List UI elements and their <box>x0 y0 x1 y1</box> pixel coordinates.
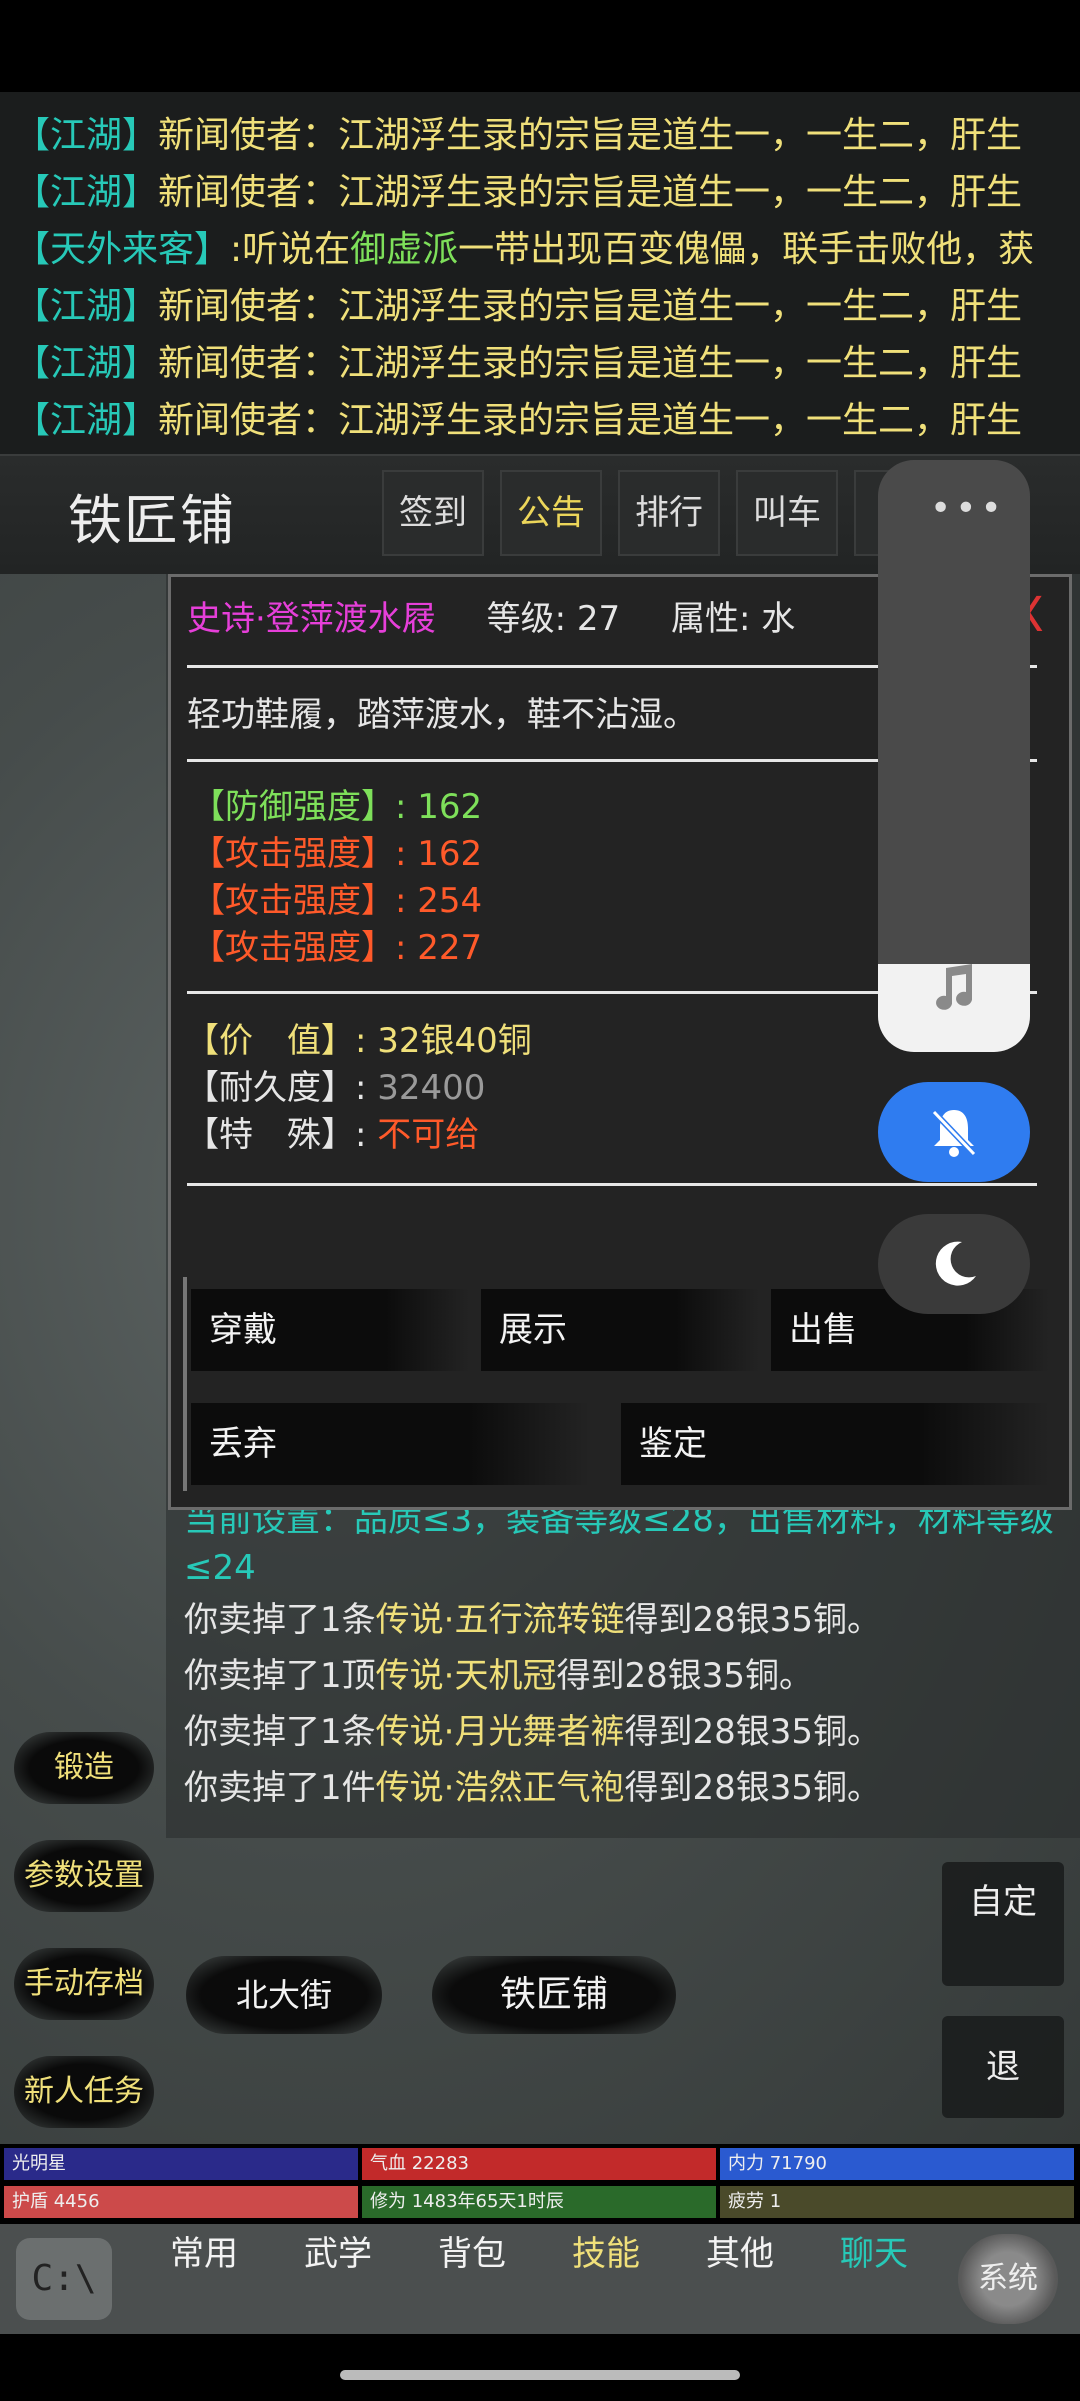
nav-martial[interactable]: 武学 <box>290 2232 386 2328</box>
news-line: 【江湖】新闻使者：江湖浮生录的宗旨是道生一，一生二，肝生 <box>14 400 1023 441</box>
news-feed[interactable]: 【江湖】新闻使者：江湖浮生录的宗旨是道生一，一生二，肝生 【江湖】新闻使者：江湖… <box>0 92 1080 454</box>
exit-button[interactable]: 退 <box>942 2016 1064 2118</box>
shield-bar: 护盾 4456 <box>4 2186 358 2218</box>
forge-button[interactable]: 锻造 <box>14 1732 154 1804</box>
status-bar <box>0 0 1080 92</box>
moon-icon <box>935 1241 976 1286</box>
fatigue-bar: 疲劳 1 <box>720 2186 1074 2218</box>
stat-attack: 【攻击强度】: 227 <box>191 928 483 968</box>
mute-toggle[interactable] <box>878 1082 1030 1182</box>
app-screen: 【江湖】新闻使者：江湖浮生录的宗旨是道生一，一生二，肝生 【江湖】新闻使者：江湖… <box>0 0 1080 2401</box>
nav-chat[interactable]: 聊天 <box>826 2232 922 2328</box>
item-description: 轻功鞋履，踏萍渡水，鞋不沾湿。 <box>187 695 697 735</box>
item-level: 27 <box>576 599 621 639</box>
item-name: 史诗·登萍渡水屐 <box>187 599 436 639</box>
ranking-button[interactable]: 排行 <box>618 470 720 556</box>
nav-other[interactable]: 其他 <box>692 2232 788 2328</box>
nav-common[interactable]: 常用 <box>156 2232 252 2328</box>
system-gear-icon[interactable]: 系统 <box>958 2234 1058 2324</box>
bottom-nav: C:\ 常用 武学 背包 技能 其他 聊天 系统 <box>0 2224 1080 2334</box>
log-line: 你卖掉了1条传说·五行流转链得到28银35铜。 <box>184 1600 881 1640</box>
item-title: 史诗·登萍渡水屐 等级: 27 属性: 水 <box>187 599 796 639</box>
divider <box>187 1183 1037 1186</box>
dark-mode-toggle[interactable] <box>878 1214 1030 1314</box>
sell-log: 当前设置：品质≤3，装备等级≤28，出售材料，材料等级≤24 你卖掉了1条传说·… <box>184 1496 1064 1816</box>
stat-defense: 【防御强度】: 162 <box>191 787 483 827</box>
item-attr: 水 <box>761 599 796 639</box>
item-value: 【价 值】: 32银40铜 <box>185 1021 532 1061</box>
nav-skills[interactable]: 技能 <box>558 2232 654 2328</box>
item-durability: 【耐久度】: 32400 <box>185 1068 486 1108</box>
star-bar: 光明星 <box>4 2148 358 2180</box>
settings-button[interactable]: 参数设置 <box>14 1840 154 1912</box>
hp-bar: 气血 22283 <box>362 2148 716 2180</box>
log-line: 你卖掉了1顶传说·天机冠得到28银35铜。 <box>184 1656 813 1696</box>
news-line: 【江湖】新闻使者：江湖浮生录的宗旨是道生一，一生二，肝生 <box>14 286 1023 327</box>
location-north-street[interactable]: 北大街 <box>186 1956 382 2034</box>
gesture-bar[interactable] <box>340 2370 740 2380</box>
sell-setting: 当前设置：品质≤3，装备等级≤28，出售材料，材料等级≤24 <box>184 1500 1054 1588</box>
mp-bar: 内力 71790 <box>720 2148 1074 2180</box>
news-line: 【江湖】新闻使者：江湖浮生录的宗旨是道生一，一生二，肝生 <box>14 172 1023 213</box>
announcement-button[interactable]: 公告 <box>500 470 602 556</box>
log-line: 你卖掉了1条传说·月光舞者裤得到28银35铜。 <box>184 1712 881 1752</box>
console-icon[interactable]: C:\ <box>16 2238 112 2320</box>
cultivation-bar: 修为 1483年65天1时辰 <box>362 2186 716 2218</box>
music-note-icon <box>936 964 973 1010</box>
call-car-button[interactable]: 叫车 <box>736 470 838 556</box>
show-button[interactable]: 展示 <box>481 1289 759 1371</box>
news-line: 【江湖】新闻使者：江湖浮生录的宗旨是道生一，一生二，肝生 <box>14 343 1023 384</box>
location-smithy[interactable]: 铁匠铺 <box>432 1956 676 2034</box>
stat-attack: 【攻击强度】: 162 <box>191 834 483 874</box>
more-dots-icon[interactable]: ••• <box>930 488 1006 529</box>
item-special: 【特 殊】: 不可给 <box>185 1115 480 1155</box>
stat-attack: 【攻击强度】: 254 <box>191 881 483 921</box>
save-button[interactable]: 手动存档 <box>14 1948 154 2020</box>
action-divider <box>183 1277 187 1491</box>
newbie-quest-button[interactable]: 新人任务 <box>14 2056 154 2128</box>
news-line: 【天外来客】:听说在御虚派一带出现百变傀儡，联手击败他，获 <box>14 229 1035 270</box>
log-line: 你卖掉了1件传说·浩然正气袍得到28银35铜。 <box>184 1768 881 1808</box>
identify-button[interactable]: 鉴定 <box>621 1403 1049 1485</box>
player-status-bars: 光明星 气血 22283 内力 71790 护盾 4456 修为 1483年65… <box>0 2144 1080 2224</box>
bell-off-icon <box>931 1109 977 1157</box>
checkin-button[interactable]: 签到 <box>382 470 484 556</box>
custom-button[interactable]: 自定 <box>942 1862 1064 1986</box>
discard-button[interactable]: 丢弃 <box>191 1403 589 1485</box>
page-title: 铁匠铺 <box>68 489 236 552</box>
wear-button[interactable]: 穿戴 <box>191 1289 469 1371</box>
nav-bag[interactable]: 背包 <box>424 2232 520 2328</box>
news-line: 【江湖】新闻使者：江湖浮生录的宗旨是道生一，一生二，肝生 <box>14 115 1023 156</box>
